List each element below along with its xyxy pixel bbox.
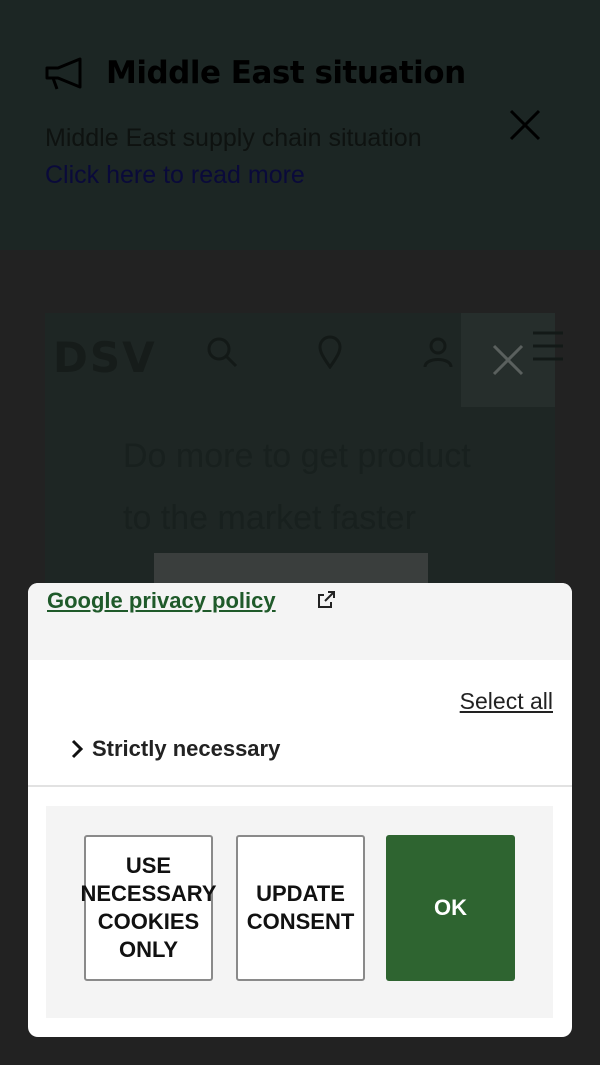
banner-read-more-link[interactable]: Click here to read more: [45, 161, 305, 190]
select-all-link[interactable]: Select all: [460, 688, 553, 715]
consent-button-area: USE NECESSARY COOKIES ONLY UPDATE CONSEN…: [46, 806, 553, 1018]
chevron-right-icon: [71, 739, 84, 759]
use-necessary-cookies-button[interactable]: USE NECESSARY COOKIES ONLY: [80, 835, 217, 981]
announcement-banner: Middle East situation Middle East supply…: [0, 0, 600, 250]
banner-title: Middle East situation: [106, 55, 466, 91]
external-link-icon: [318, 591, 335, 608]
hamburger-menu-icon[interactable]: [533, 329, 563, 363]
megaphone-icon: [45, 57, 82, 90]
site-logo: DSV: [53, 333, 157, 382]
divider: [28, 785, 572, 787]
user-icon[interactable]: [421, 335, 455, 369]
close-icon: [492, 344, 524, 376]
search-icon[interactable]: [205, 335, 239, 369]
ok-button[interactable]: OK: [386, 835, 515, 981]
category-strictly-necessary[interactable]: Strictly necessary: [68, 735, 280, 763]
google-privacy-policy-link[interactable]: Google privacy policy: [47, 588, 276, 614]
close-icon[interactable]: [508, 108, 542, 142]
ok-label: OK: [434, 895, 467, 920]
update-consent-label: UPDATE CONSENT: [246, 881, 355, 934]
location-icon[interactable]: [313, 335, 347, 369]
banner-text: Middle East supply chain situation: [45, 124, 422, 152]
use-necessary-cookies-label: USE NECESSARY COOKIES ONLY: [80, 853, 217, 962]
cookie-consent-dialog: Google privacy policy Select all Strictl…: [28, 583, 572, 1037]
hero-text-line-2: to the market faster: [123, 499, 416, 537]
category-label: Strictly necessary: [92, 736, 281, 761]
update-consent-button[interactable]: UPDATE CONSENT: [236, 835, 365, 981]
site-header: DSV Do more to get product to the market…: [45, 313, 563, 593]
hero-text-line-1: Do more to get product: [123, 437, 471, 475]
